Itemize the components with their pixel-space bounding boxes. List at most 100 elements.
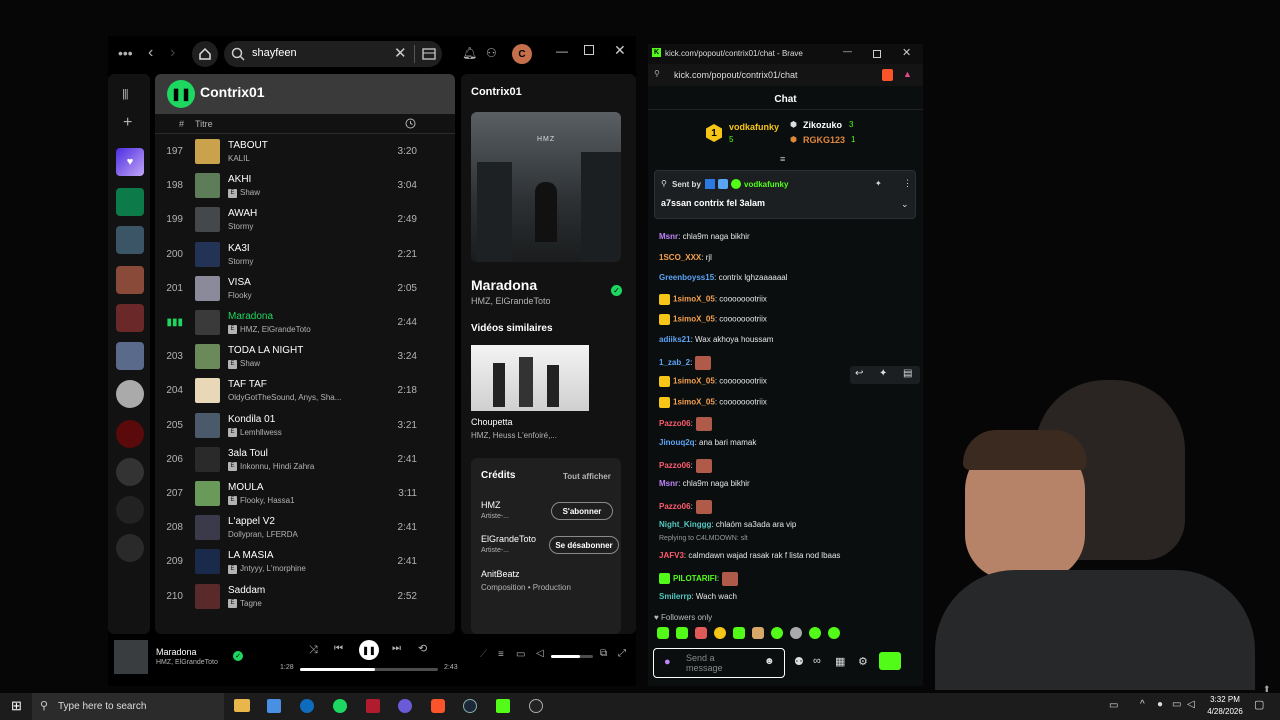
chat-username[interactable]: 1simoX_05 xyxy=(673,397,715,406)
volume-slider[interactable] xyxy=(551,655,593,658)
chat-username[interactable]: Msnr xyxy=(659,232,678,241)
similar-title[interactable]: Choupetta xyxy=(471,417,513,427)
player-cover[interactable] xyxy=(114,640,148,674)
track-artist[interactable]: Flooky xyxy=(228,291,252,300)
saved-episodes-icon[interactable] xyxy=(116,188,144,216)
search-input[interactable]: shayfeen xyxy=(252,47,297,59)
obs-icon[interactable] xyxy=(529,699,543,713)
track-row[interactable]: 198 AKHI E Shaw 3:04 xyxy=(155,169,455,203)
chat-message[interactable]: Msnr: chla9m naga bikhir xyxy=(659,232,750,241)
emote-icon[interactable] xyxy=(752,627,764,639)
track-artist[interactable]: Shaw xyxy=(240,188,260,197)
liked-songs-icon[interactable]: ♥ xyxy=(116,148,144,176)
chat-username[interactable]: Pazzo06 xyxy=(659,461,691,470)
playlist-thumb[interactable] xyxy=(116,266,144,294)
track-artist[interactable]: Flooky, Hassa1 xyxy=(240,496,295,505)
track-title[interactable]: 3ala Toul xyxy=(228,448,268,459)
credit-name[interactable]: ElGrandeToto xyxy=(481,534,536,544)
gifter-name[interactable]: RGKG123 xyxy=(803,135,845,145)
track-artist[interactable]: Shaw xyxy=(240,359,260,368)
fullscreen-icon[interactable]: ⤢ xyxy=(618,648,626,659)
chat-message[interactable]: Night_Kinggg: chlaóm sa3ada ara vip xyxy=(659,520,796,529)
lyrics-icon[interactable]: ⟋ xyxy=(480,649,487,660)
track-row[interactable]: 206 3ala Toul E Inkonnu, Hindi Zahra 2:41 xyxy=(155,443,455,477)
track-artist[interactable]: KALIL xyxy=(228,154,250,163)
queue-icon[interactable]: ≡ xyxy=(498,649,504,660)
shuffle-icon[interactable]: ⤨ xyxy=(309,644,318,657)
emote-icon[interactable] xyxy=(714,627,726,639)
emote-icon[interactable] xyxy=(676,627,688,639)
chat-username[interactable]: adiiks21 xyxy=(659,335,691,344)
pin-icon[interactable]: ✦ xyxy=(879,368,887,379)
file-explorer-icon[interactable] xyxy=(234,699,250,712)
chat-username[interactable]: Msnr xyxy=(659,479,678,488)
site-info-icon[interactable]: ⚲ xyxy=(654,69,660,78)
emote-icon[interactable] xyxy=(771,627,783,639)
progress-bar[interactable] xyxy=(300,668,438,671)
notification-icon[interactable]: ▢ xyxy=(1254,698,1264,711)
repeat-icon[interactable]: ⟲ xyxy=(418,642,427,655)
player-artists[interactable]: HMZ, ElGrandeToto xyxy=(156,659,218,666)
chat-message[interactable]: adiiks21: Wax akhoya houssam xyxy=(659,335,773,344)
show-all-link[interactable]: Tout afficher xyxy=(563,472,611,481)
artist-thumb[interactable] xyxy=(116,458,144,486)
artist-thumb[interactable] xyxy=(116,534,144,562)
saved-check-icon[interactable]: ✓ xyxy=(233,651,243,661)
credit-name[interactable]: HMZ xyxy=(481,500,501,510)
artist-thumb[interactable] xyxy=(116,380,144,408)
settings-icon[interactable]: ⚙ xyxy=(858,655,868,668)
friends-icon[interactable]: ⚇ xyxy=(486,46,497,60)
address-bar[interactable]: ⚲ kick.com/popout/contrix01/chat ▲ xyxy=(648,64,923,86)
emote-icon[interactable] xyxy=(733,627,745,639)
track-artist[interactable]: Dollypran, LFERDA xyxy=(228,530,298,539)
chat-message[interactable]: 1simoX_05: coooooootriix xyxy=(659,314,767,326)
chat-message[interactable]: Greenboyss15: contrix lghzaaaaaal xyxy=(659,273,788,282)
chat-message[interactable]: 1_zab_2: xyxy=(659,355,712,370)
now-playing-title[interactable]: Maradona xyxy=(471,277,537,293)
bell-icon[interactable]: 🔔︎ xyxy=(462,46,477,60)
emote-icon[interactable] xyxy=(828,627,840,639)
back-arrow-icon[interactable]: ‹ xyxy=(148,44,153,62)
forward-arrow-icon[interactable]: › xyxy=(170,44,175,62)
search-box[interactable]: shayfeen ✕ xyxy=(224,41,442,67)
chat-username[interactable]: PILOTARIFI xyxy=(673,574,717,583)
chat-message[interactable]: 1SCO_XXX: rjl xyxy=(659,253,712,262)
track-row[interactable]: 199 AWAH Stormy 2:49 xyxy=(155,203,455,237)
track-artist[interactable]: Stormy xyxy=(228,222,253,231)
playlist-thumb[interactable] xyxy=(116,342,144,370)
brave-icon[interactable] xyxy=(431,699,445,713)
track-row[interactable]: ▮▮▮ Maradona E HMZ, ElGrandeToto 2:44 xyxy=(155,306,455,340)
home-button[interactable] xyxy=(192,41,218,67)
app-icon[interactable] xyxy=(398,699,412,713)
minimize-icon[interactable]: — xyxy=(556,44,568,58)
mic-icon[interactable]: ● xyxy=(664,656,671,668)
chat-message[interactable]: Smilerrp: Wach wach xyxy=(659,592,737,601)
chat-username[interactable]: 1_zab_2 xyxy=(659,358,690,367)
gifter-name[interactable]: vodkafunky xyxy=(729,122,779,132)
track-title[interactable]: TODA LA NIGHT xyxy=(228,345,303,356)
chat-username[interactable]: Pazzo06 xyxy=(659,502,691,511)
close-icon[interactable]: ✕ xyxy=(614,42,626,59)
brave-rewards-icon[interactable]: ▲ xyxy=(903,69,912,79)
track-artist[interactable]: Tagne xyxy=(240,599,262,608)
volume-icon[interactable]: ◁ xyxy=(536,648,544,659)
emote-icon[interactable] xyxy=(695,627,707,639)
track-title[interactable]: LA MASIA xyxy=(228,550,274,561)
track-row[interactable]: 210 Saddam E Tagne 2:52 xyxy=(155,580,455,614)
taskbar-search[interactable]: ⚲ Type here to search xyxy=(32,693,224,720)
volume-tray-icon[interactable]: ◁ xyxy=(1187,699,1195,710)
chat-message[interactable]: Msnr: chla9m naga bikhir xyxy=(659,479,750,488)
chat-username[interactable]: 1SCO_XXX xyxy=(659,253,701,262)
track-row[interactable]: 197 TABOUT KALIL 3:20 xyxy=(155,135,455,169)
maximize-icon[interactable] xyxy=(873,50,881,58)
chat-username[interactable]: 1simoX_05 xyxy=(673,294,715,303)
maximize-icon[interactable] xyxy=(584,45,594,55)
chat-message[interactable]: Pazzo06: xyxy=(659,458,712,473)
chat-username[interactable]: JAFV3 xyxy=(659,551,684,560)
unpin-icon[interactable]: ✦ xyxy=(875,179,882,188)
chat-username[interactable]: 1simoX_05 xyxy=(673,315,715,324)
now-playing-artists[interactable]: HMZ, ElGrandeToto xyxy=(471,296,551,306)
avatar[interactable]: C xyxy=(512,44,532,64)
track-row[interactable]: 209 LA MASIA E Jntyyy, L'morphine 2:41 xyxy=(155,545,455,579)
brave-shield-icon[interactable] xyxy=(882,69,893,81)
